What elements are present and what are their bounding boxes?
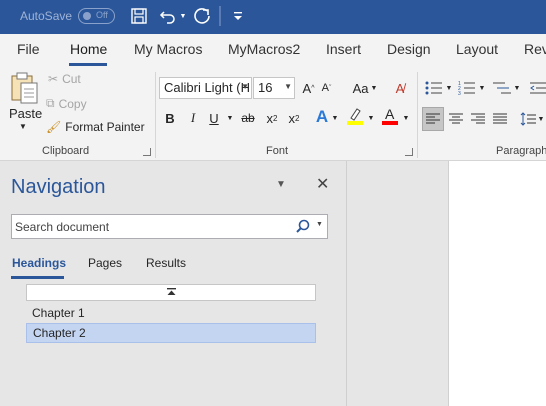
undo-dropdown-icon[interactable]: ▼ [179,5,187,27]
navigation-title: Navigation [11,176,106,198]
format-painter-button[interactable]: 🖌 Format Painter [46,120,145,134]
cut-label: Cut [62,72,81,86]
underline-dropdown-icon[interactable]: ▼ [226,108,234,128]
align-right-icon[interactable] [468,109,488,129]
chevron-down-icon: ▼ [284,82,292,91]
tab-design[interactable]: Design [387,41,431,57]
underline-icon[interactable]: U [206,108,222,128]
italic-icon[interactable]: I [185,108,201,128]
undo-icon[interactable] [158,5,178,27]
heading-label: Chapter 2 [33,326,86,340]
autosave-state: Off [96,10,108,20]
title-bar: AutoSave Off ▼ [0,0,546,34]
line-spacing-icon[interactable] [519,109,537,129]
toggle-knob [83,12,91,20]
cut-icon: ✂ [48,72,59,86]
line-spacing-dropdown-icon[interactable]: ▼ [537,109,545,129]
search-input[interactable] [12,215,282,238]
document-page[interactable] [448,161,546,406]
shrink-font-icon[interactable]: Aˇ [318,78,335,98]
copy-label: Copy [58,96,87,111]
group-separator [155,72,156,158]
search-options-icon[interactable]: ▼ [316,221,323,228]
navigation-pane: Navigation ▼ ✕ ▼ Headings Pages Results … [0,161,347,406]
chevron-down-icon: ▼ [241,82,249,91]
collapse-all-bar[interactable] [26,284,316,301]
collapse-up-icon [166,287,176,298]
font-size-value: 16 [258,80,273,95]
tab-mymacros2[interactable]: MyMacros2 [228,41,300,57]
justify-icon[interactable] [490,109,510,129]
svg-text:A: A [385,106,395,122]
qat-divider [219,6,221,26]
font-name-combo[interactable]: Calibri Light (H ▼ [159,77,252,99]
active-nav-tab-indicator [11,276,64,279]
cut-button[interactable]: ✂ Cut [48,72,81,86]
strikethrough-icon[interactable]: ab [238,108,258,128]
highlight-icon[interactable] [346,106,364,126]
svg-text:3: 3 [458,91,461,95]
subscript-icon[interactable]: x2 [264,108,280,128]
bullets-icon[interactable] [424,78,444,98]
font-color-icon[interactable]: A [381,106,399,126]
tab-headings[interactable]: Headings [12,256,66,270]
tab-insert[interactable]: Insert [326,41,361,57]
pane-options-icon[interactable]: ▼ [276,179,286,190]
save-icon[interactable] [128,5,150,27]
bold-icon[interactable]: B [162,108,178,128]
tab-my-macros[interactable]: My Macros [134,41,202,57]
paste-icon[interactable] [8,70,40,106]
clipboard-group-label: Clipboard [42,145,90,157]
redo-icon[interactable] [191,5,213,27]
align-center-icon[interactable] [446,109,466,129]
highlight-dropdown-icon[interactable]: ▼ [367,108,375,128]
clear-formatting-icon[interactable]: A̸ [390,78,410,98]
search-box: ▼ [11,214,328,239]
ribbon: Paste ▼ ✂ Cut ⧉ Copy 🖌 Format Painter Cl… [0,66,546,161]
tab-results[interactable]: Results [146,256,186,270]
ribbon-tabs: File Home My Macros MyMacros2 Insert Des… [0,34,546,66]
paste-button[interactable]: Paste [9,106,42,121]
format-painter-label: Format Painter [65,120,145,134]
multilevel-dropdown-icon[interactable]: ▼ [513,78,521,98]
text-effects-dropdown-icon[interactable]: ▼ [331,108,339,128]
multilevel-list-icon[interactable] [492,78,512,98]
copy-icon: ⧉ [46,96,55,110]
bullets-dropdown-icon[interactable]: ▼ [445,78,453,98]
numbering-icon[interactable]: 123 [457,78,477,98]
tab-file[interactable]: File [17,41,40,57]
customize-qat-icon[interactable] [231,5,245,27]
close-icon[interactable]: ✕ [316,174,329,194]
tab-layout[interactable]: Layout [456,41,498,57]
text-effects-icon[interactable]: A [313,107,331,127]
search-icon[interactable] [296,219,310,236]
tab-pages[interactable]: Pages [88,256,122,270]
decrease-indent-icon[interactable] [530,78,546,98]
grow-font-icon[interactable]: A ^ [300,78,317,98]
font-size-combo[interactable]: 16 ▼ [253,77,295,99]
change-case-icon[interactable]: Aa ▼ [350,78,380,98]
document-area [347,161,546,406]
autosave-toggle[interactable]: Off [78,8,115,24]
superscript-icon[interactable]: x2 [286,108,302,128]
group-separator [417,72,418,158]
heading-item-chapter-1[interactable]: Chapter 1 [26,303,316,323]
clipboard-launcher-icon[interactable] [143,148,151,156]
format-painter-icon: 🖌 [46,120,62,134]
copy-button[interactable]: ⧉ Copy [46,96,87,111]
heading-label: Chapter 1 [32,306,85,320]
font-color-dropdown-icon[interactable]: ▼ [402,108,410,128]
font-launcher-icon[interactable] [405,148,413,156]
align-left-icon[interactable] [422,107,444,131]
font-name-value: Calibri Light (H [164,80,250,95]
paragraph-group-label: Paragraph [496,145,546,157]
heading-item-chapter-2[interactable]: Chapter 2 [26,323,316,343]
paste-dropdown-icon[interactable]: ▼ [19,122,27,131]
numbering-dropdown-icon[interactable]: ▼ [478,78,486,98]
tab-home[interactable]: Home [70,41,107,57]
autosave-label: AutoSave [20,9,73,23]
tab-review[interactable]: Rev [524,41,546,57]
font-group-label: Font [266,145,289,157]
